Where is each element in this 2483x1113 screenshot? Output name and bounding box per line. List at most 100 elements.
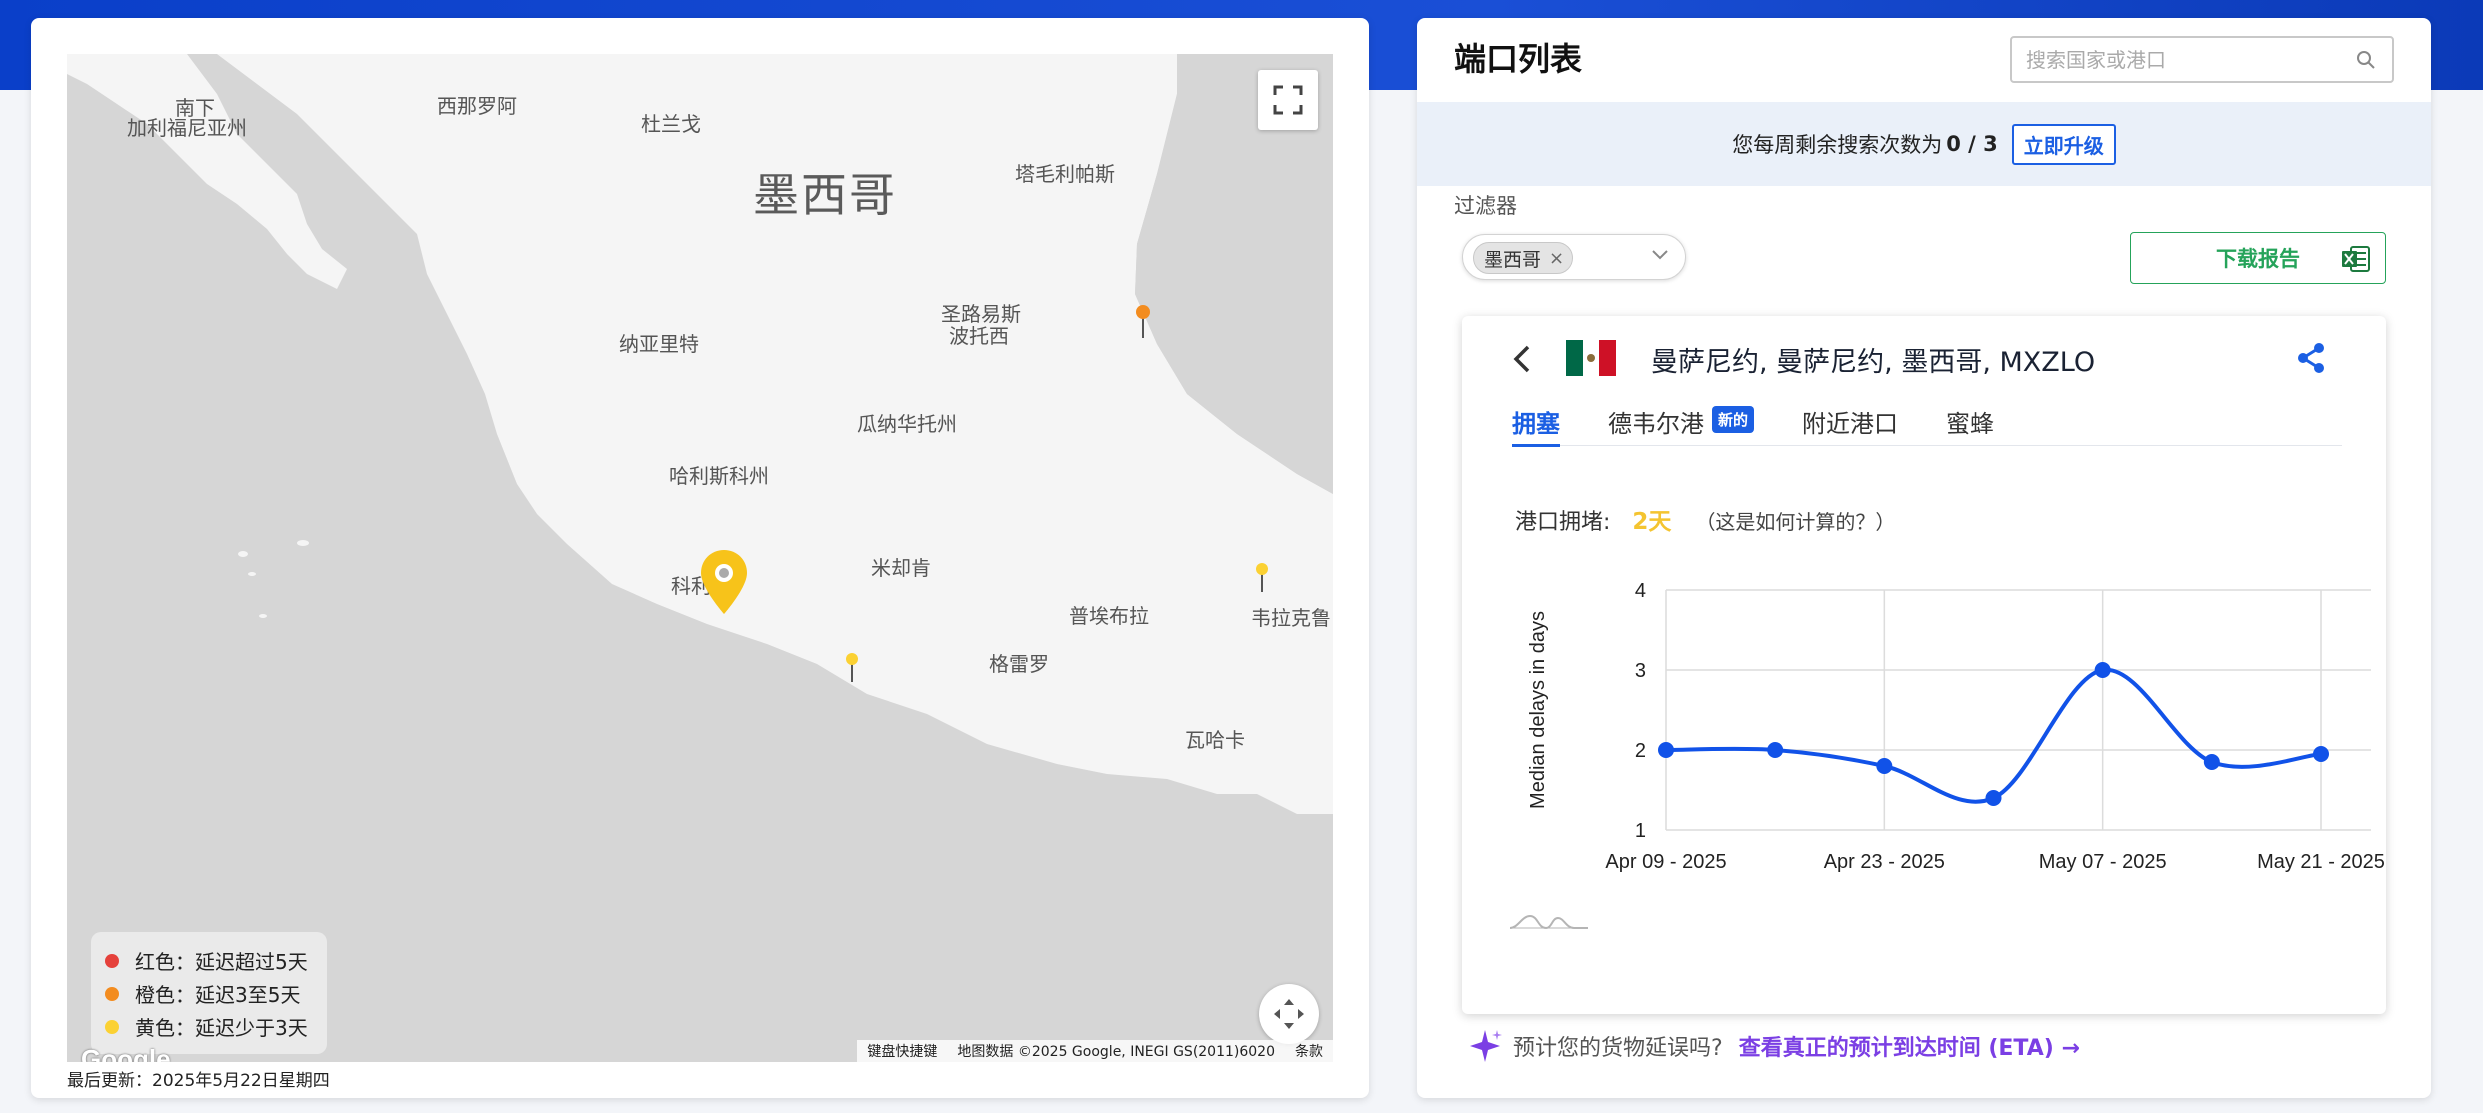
search-icon[interactable] (2356, 50, 2376, 70)
red-dot-icon (105, 953, 119, 968)
eta-link[interactable]: 查看真正的预计到达时间 (ETA) → (1739, 1030, 2080, 1062)
data-point (2313, 746, 2329, 762)
orange-dot-icon (105, 986, 119, 1001)
keyboard-shortcuts-link[interactable]: 键盘快捷键 (857, 1041, 947, 1061)
tab-congestion[interactable]: 拥塞 (1512, 396, 1560, 447)
remove-chip-icon[interactable]: × (1549, 248, 1564, 269)
x-tick-label: May 21 - 2025 (2257, 851, 2385, 873)
legend-item: 黄色：延迟少于3天 (105, 1010, 313, 1043)
congestion-summary: 港口拥堵: 2天 （这是如何计算的？） (1515, 502, 1895, 536)
map-data-text: 地图数据 ©2025 Google, INEGI GS(2011)6020 (957, 1044, 1275, 1060)
download-report-button[interactable]: 下载报告 (2130, 232, 2386, 284)
back-arrow-icon[interactable] (1512, 344, 1532, 374)
last-updated: 最后更新：2025年5月22日星期四 (67, 1071, 330, 1091)
tab-label: 拥塞 (1512, 410, 1560, 438)
map-attribution: 键盘快捷键 地图数据 ©2025 Google, INEGI GS(2011)6… (857, 1040, 1333, 1062)
map-label: 米却肯 (871, 556, 931, 580)
map-label: 西那罗阿 (437, 94, 517, 118)
data-point (1985, 790, 2002, 806)
share-icon[interactable] (2296, 342, 2326, 374)
congestion-value: 2天 (1632, 509, 1672, 535)
eta-prompt: 预计您的货物延误吗? 查看真正的预计到达时间 (ETA) → (1467, 1028, 2080, 1064)
chart-watermark-icon (1509, 914, 1588, 930)
x-tick-label: Apr 09 - 2025 (1605, 851, 1726, 873)
map-label: 杜兰戈 (641, 112, 701, 136)
port-pin-orange[interactable] (1135, 304, 1151, 340)
map-label: 瓜纳华托州 (857, 412, 957, 436)
tab-api[interactable]: 蜜蜂 (1946, 396, 1994, 446)
data-point (1658, 742, 1674, 758)
legend-item: 红色：延迟超过5天 (105, 944, 313, 977)
delay-line-chart: 1 2 3 4 Apr 09 - 2025 Apr 23 - 2025 May 07 - 2… (1527, 580, 2385, 873)
map-pan-button[interactable] (1259, 984, 1319, 1044)
legend-label: 橙色：延迟3至5天 (135, 983, 301, 1007)
map-label: 瓦哈卡 (1185, 728, 1245, 752)
filter-chip-label: 墨西哥 (1484, 248, 1542, 271)
port-name: 曼萨尼约, 曼萨尼约, 墨西哥, MXZLO (1651, 347, 2096, 378)
quota-text: 您每周剩余搜索次数为 (1732, 133, 1943, 157)
port-detail-card: 曼萨尼约, 曼萨尼约, 墨西哥, MXZLO 拥塞 德韦尔港 新的 附近港口 蜜… (1462, 316, 2386, 1014)
tab-label: 蜜蜂 (1946, 410, 1995, 438)
x-tick-label: Apr 23 - 2025 (1824, 851, 1945, 873)
y-tick-label: 2 (1635, 740, 1646, 762)
filter-label: 过滤器 (1454, 194, 1517, 218)
chevron-down-icon[interactable] (1651, 249, 1669, 261)
how-calculated-link[interactable]: （这是如何计算的？） (1695, 506, 1895, 535)
map-label: 纳亚里特 (619, 332, 699, 356)
filter-chip: 墨西哥 × (1473, 242, 1574, 274)
data-point (1876, 758, 1893, 774)
mexico-flag-icon (1566, 340, 1617, 376)
legend-label: 黄色：延迟少于3天 (135, 1016, 308, 1040)
port-pin-yellow[interactable] (1255, 562, 1269, 594)
tab-label: 附近港口 (1802, 410, 1899, 438)
map-label: 塔毛利帕斯 (1015, 162, 1115, 186)
terms-link[interactable]: 条款 (1285, 1041, 1333, 1061)
selected-port-pin[interactable] (699, 548, 749, 618)
map-card: 南下 加利福尼亚州 西那罗阿 杜兰戈 墨西哥 塔毛利帕斯 圣路易斯 波托西 纳亚… (31, 18, 1369, 1098)
upgrade-button[interactable]: 立即升级 (2011, 123, 2116, 165)
map-label-country: 墨西哥 (753, 168, 897, 222)
data-point (1767, 742, 1784, 758)
port-tabs: 拥塞 德韦尔港 新的 附近港口 蜜蜂 (1512, 396, 2342, 447)
y-tick-label: 1 (1635, 820, 1646, 842)
new-badge: 新的 (1712, 406, 1755, 433)
legend-item: 橙色：延迟3至5天 (105, 977, 313, 1010)
map-label: 加利福尼亚州 (127, 116, 247, 140)
eta-question: 预计您的货物延误吗? (1513, 1036, 1723, 1061)
map-label: 圣路易斯 (941, 302, 1021, 326)
x-tick-label: May 07 - 2025 (2039, 851, 2167, 873)
fullscreen-button[interactable] (1258, 70, 1318, 130)
country-filter-select[interactable]: 墨西哥 × (1462, 234, 1686, 280)
page-title: 端口列表 (1454, 40, 1583, 78)
search-field[interactable] (2010, 36, 2394, 83)
map-label: 韦拉克鲁 (1251, 606, 1331, 630)
map-label: 哈利斯科州 (669, 464, 769, 488)
yellow-dot-icon (105, 1019, 119, 1034)
download-label: 下载报告 (2216, 247, 2300, 271)
map-label: 普埃布拉 (1069, 604, 1149, 628)
series-line (1665, 667, 2322, 804)
port-pin-yellow[interactable] (845, 652, 859, 684)
move-arrows-icon (1274, 999, 1304, 1029)
y-axis-label: Median delays in days (1527, 611, 1549, 809)
google-logo: Google (81, 1044, 171, 1062)
fullscreen-icon (1273, 85, 1303, 115)
data-point (2094, 662, 2111, 678)
legend-label: 红色：延迟超过5天 (135, 950, 308, 974)
quota-value: 0 / 3 (1946, 132, 1998, 156)
tab-terminal[interactable]: 德韦尔港 新的 (1608, 396, 1755, 446)
port-list-panel: 端口列表 您每周剩余搜索次数为 0 / 3 立即升级 过滤器 墨西哥 × 下载报… (1417, 18, 2431, 1098)
y-tick-label: 3 (1635, 660, 1646, 682)
tab-label: 德韦尔港 (1608, 410, 1704, 438)
sparkle-icon (1470, 1030, 1502, 1062)
search-input[interactable] (2026, 38, 2346, 81)
delay-legend: 红色：延迟超过5天 橙色：延迟3至5天 黄色：延迟少于3天 (91, 932, 327, 1054)
congestion-label: 港口拥堵: (1515, 510, 1611, 535)
flag-stripe-white (1582, 340, 1600, 376)
map-label: 波托西 (949, 324, 1009, 348)
flag-stripe-red (1599, 340, 1617, 376)
y-tick-label: 4 (1635, 580, 1646, 602)
data-point (2203, 754, 2220, 770)
tab-nearby-ports[interactable]: 附近港口 (1802, 396, 1898, 446)
port-map[interactable]: 南下 加利福尼亚州 西那罗阿 杜兰戈 墨西哥 塔毛利帕斯 圣路易斯 波托西 纳亚… (67, 54, 1333, 1062)
